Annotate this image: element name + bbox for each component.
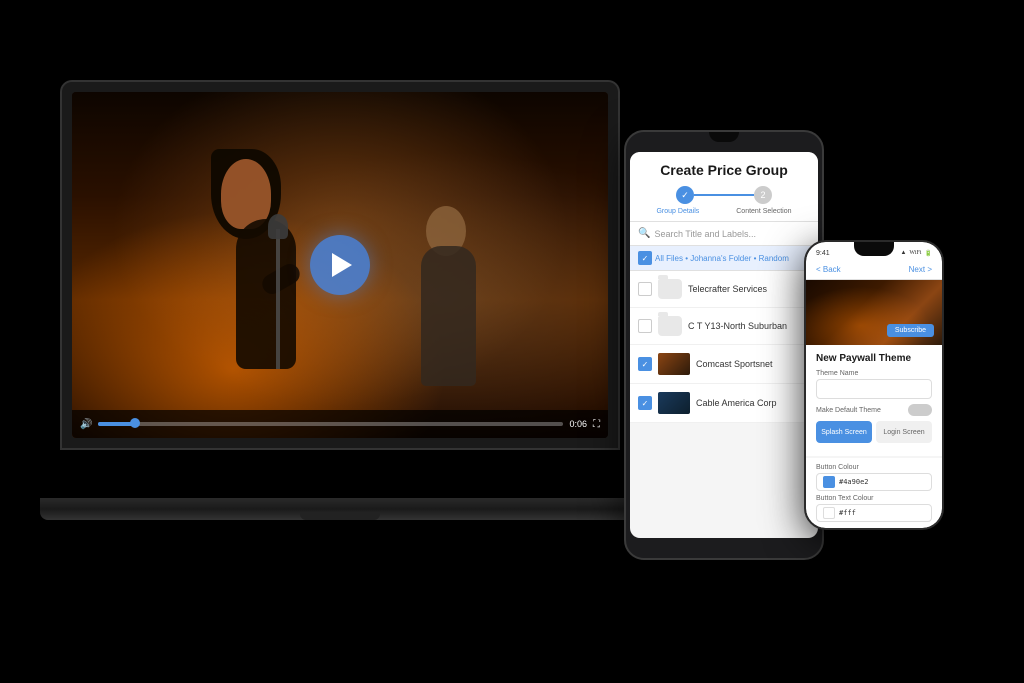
video-controls: 🔊 0:06 ⛶: [72, 410, 608, 438]
wifi-icon: WiFi: [909, 250, 921, 256]
singer-body: [236, 219, 296, 369]
tablet-header: Create Price Group ✓ 2 Group Details Con…: [630, 152, 818, 222]
tablet-screen: Create Price Group ✓ 2 Group Details Con…: [630, 152, 818, 538]
signal-icon: ▲: [900, 250, 906, 256]
item-name: Comcast Sportsnet: [696, 359, 810, 369]
laptop-notch: [300, 512, 380, 520]
guitarist-body: [421, 246, 476, 386]
tablet: Create Price Group ✓ 2 Group Details Con…: [624, 130, 824, 560]
phone-clock: 9:41: [816, 250, 830, 257]
step-labels: Group Details Content Selection: [638, 208, 810, 215]
laptop-screen: 🔊 0:06 ⛶: [72, 92, 608, 438]
search-placeholder: Search Title and Labels...: [654, 229, 756, 239]
breadcrumb-check-icon: ✓: [638, 251, 652, 265]
breadcrumb-path: All Files • Johanna's Folder • Random: [655, 254, 789, 263]
play-icon: [332, 253, 352, 277]
time-display: 0:06: [569, 419, 587, 429]
item-checkbox[interactable]: [638, 319, 652, 333]
folder-icon: [658, 279, 682, 299]
make-default-toggle[interactable]: [908, 404, 932, 416]
scene: 🔊 0:06 ⛶ Cre: [0, 0, 1024, 683]
progress-bar[interactable]: [98, 422, 563, 426]
make-default-row: Make Default Theme: [816, 404, 932, 416]
theme-name-input[interactable]: [816, 379, 932, 399]
list-item[interactable]: ✓ Cable America Corp: [630, 384, 818, 423]
item-name: C T Y13-North Suburban: [688, 321, 810, 331]
step-1-label: Group Details: [656, 208, 699, 215]
screen-tabs: Splash Screen Login Screen: [816, 421, 932, 443]
phone-screen: 9:41 ▲ WiFi 🔋 < Back Next > Subscribe Ne…: [806, 242, 942, 528]
laptop: 🔊 0:06 ⛶: [60, 80, 640, 520]
button-text-color-value: #fff: [839, 509, 856, 517]
item-checkbox[interactable]: [638, 282, 652, 296]
laptop-base: [40, 498, 640, 520]
step-2-label: Content Selection: [736, 208, 791, 215]
progress-fill: [98, 422, 135, 426]
back-button[interactable]: < Back: [816, 265, 841, 274]
splash-screen-tab[interactable]: Splash Screen: [816, 421, 872, 443]
play-button[interactable]: [310, 235, 370, 295]
volume-icon[interactable]: 🔊: [80, 419, 92, 430]
make-default-label: Make Default Theme: [816, 407, 881, 414]
phone-color-section: Button Colour #4a90e2 Button Text Colour…: [806, 458, 942, 528]
concert-photo: 🔊 0:06 ⛶: [72, 92, 608, 438]
item-checkbox-checked[interactable]: ✓: [638, 357, 652, 371]
tablet-camera: [709, 132, 739, 142]
item-name: Telecrafter Services: [688, 284, 810, 294]
button-color-input[interactable]: #4a90e2: [816, 473, 932, 491]
login-screen-tab[interactable]: Login Screen: [876, 421, 932, 443]
mic-stand: [276, 229, 280, 369]
step-2-circle: 2: [754, 186, 772, 204]
button-text-color-input[interactable]: #fff: [816, 504, 932, 522]
item-name: Cable America Corp: [696, 398, 810, 408]
tablet-search-bar[interactable]: 🔍 Search Title and Labels...: [630, 222, 818, 246]
tablet-file-list: Telecrafter Services C T Y13-North Subur…: [630, 271, 818, 423]
fullscreen-icon[interactable]: ⛶: [593, 419, 600, 430]
search-icon: 🔍: [638, 228, 650, 239]
folder-icon: [658, 316, 682, 336]
tablet-title: Create Price Group: [638, 162, 810, 178]
button-text-color-label: Button Text Colour: [816, 495, 932, 502]
tablet-steps: ✓ 2: [638, 186, 810, 204]
phone: 9:41 ▲ WiFi 🔋 < Back Next > Subscribe Ne…: [804, 240, 944, 530]
phone-hero-image: Subscribe: [806, 280, 942, 345]
list-item[interactable]: Telecrafter Services: [630, 271, 818, 308]
button-text-color-swatch: [823, 507, 835, 519]
laptop-bezel: 🔊 0:06 ⛶: [60, 80, 620, 450]
microphone: [268, 214, 288, 239]
guitarist-figure: [401, 206, 501, 386]
phone-notch: [854, 242, 894, 256]
step-line: [694, 194, 754, 196]
button-color-swatch: [823, 476, 835, 488]
tablet-breadcrumb: ✓ All Files • Johanna's Folder • Random: [630, 246, 818, 271]
singer-figure: [206, 169, 326, 369]
form-title: New Paywall Theme: [816, 353, 932, 364]
progress-dot: [130, 418, 140, 428]
button-color-value: #4a90e2: [839, 478, 869, 486]
phone-cta-button[interactable]: Subscribe: [887, 324, 934, 337]
phone-form: New Paywall Theme Theme Name Make Defaul…: [806, 345, 942, 456]
phone-status-icons: ▲ WiFi 🔋: [900, 250, 932, 257]
video-thumbnail: [658, 353, 690, 375]
list-item[interactable]: ✓ Comcast Sportsnet: [630, 345, 818, 384]
next-button[interactable]: Next >: [909, 265, 932, 274]
list-item[interactable]: C T Y13-North Suburban: [630, 308, 818, 345]
button-color-label: Button Colour: [816, 464, 932, 471]
theme-name-label: Theme Name: [816, 370, 932, 377]
video-thumbnail: [658, 392, 690, 414]
battery-icon: 🔋: [925, 250, 932, 257]
item-checkbox-checked[interactable]: ✓: [638, 396, 652, 410]
phone-navigation: < Back Next >: [806, 260, 942, 280]
step-1-circle: ✓: [676, 186, 694, 204]
